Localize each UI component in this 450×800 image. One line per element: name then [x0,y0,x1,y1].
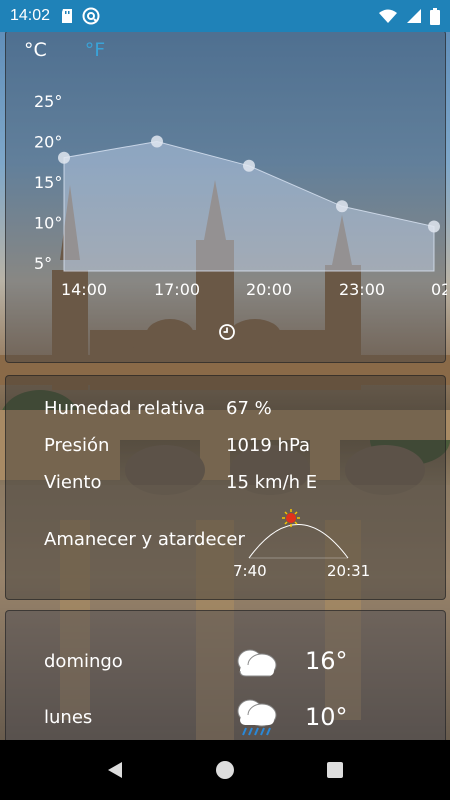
temperature-point [151,135,163,148]
wifi-icon [379,9,397,23]
temperature-chart-card: °C °F 25° 20° 15° 10° 5° 14:00 17:00 20:00 23:00… [5,30,447,363]
sunrise-sunset-label: Amanecer y atardecer [44,529,245,550]
at-sign-icon [82,7,100,25]
sunrise-time: 7:40 [233,562,267,580]
status-bar: 14:02 [0,0,450,32]
sd-card-icon [62,9,73,23]
temperature-point [428,220,440,233]
x-tick-label: 02:00 [431,280,447,299]
wind-label: Viento [44,472,102,493]
y-tick-label: 20° [34,133,62,152]
x-tick-label: 17:00 [154,280,200,299]
rain-icon [237,699,277,736]
forecast-temp: 10° [305,703,348,731]
forecast-card: domingo 16° lunes 10° [5,610,446,745]
humidity-value: 67 % [226,398,272,419]
pressure-value: 1019 hPa [226,435,311,456]
temperature-point [243,159,255,172]
y-tick-label: 5° [34,254,52,273]
clock-icon[interactable] [218,323,236,341]
back-button[interactable] [105,760,125,780]
forecast-day: lunes [44,706,93,728]
forecast-day: domingo [44,650,123,672]
sun-arc-graphic [248,509,349,559]
navigation-bar [0,740,450,800]
temperature-chart: 25° 20° 15° 10° 5° 14:00 17:00 20:00 23:00 02:00 [34,92,447,299]
wind-row: Viento 15 km/h E [44,472,317,493]
cloudy-icon [237,649,277,677]
forecast-temp: 16° [305,647,348,675]
x-tick-label: 23:00 [339,280,385,299]
y-tick-label: 10° [34,214,62,233]
home-button[interactable] [215,760,235,780]
wind-value: 15 km/h E [226,472,318,493]
pressure-row: Presión 1019 hPa [44,435,310,456]
forecast-row[interactable]: domingo 16° [44,641,348,681]
sunset-time: 20:31 [327,562,371,580]
recents-button[interactable] [325,760,345,780]
forecast-row[interactable]: lunes 10° [44,695,348,739]
pressure-label: Presión [44,435,110,456]
status-time: 14:02 [10,7,51,24]
weather-details-card: Humedad relativa 67 % Presión 1019 hPa V… [5,375,446,600]
temperature-point [336,200,348,213]
temperature-point [58,151,70,164]
x-tick-label: 20:00 [246,280,292,299]
battery-icon [430,7,440,25]
y-tick-label: 25° [34,92,62,111]
y-tick-label: 15° [34,173,62,192]
humidity-row: Humedad relativa 67 % [44,398,272,419]
humidity-label: Humedad relativa [44,398,206,419]
signal-icon [407,9,421,23]
x-tick-label: 14:00 [61,280,107,299]
